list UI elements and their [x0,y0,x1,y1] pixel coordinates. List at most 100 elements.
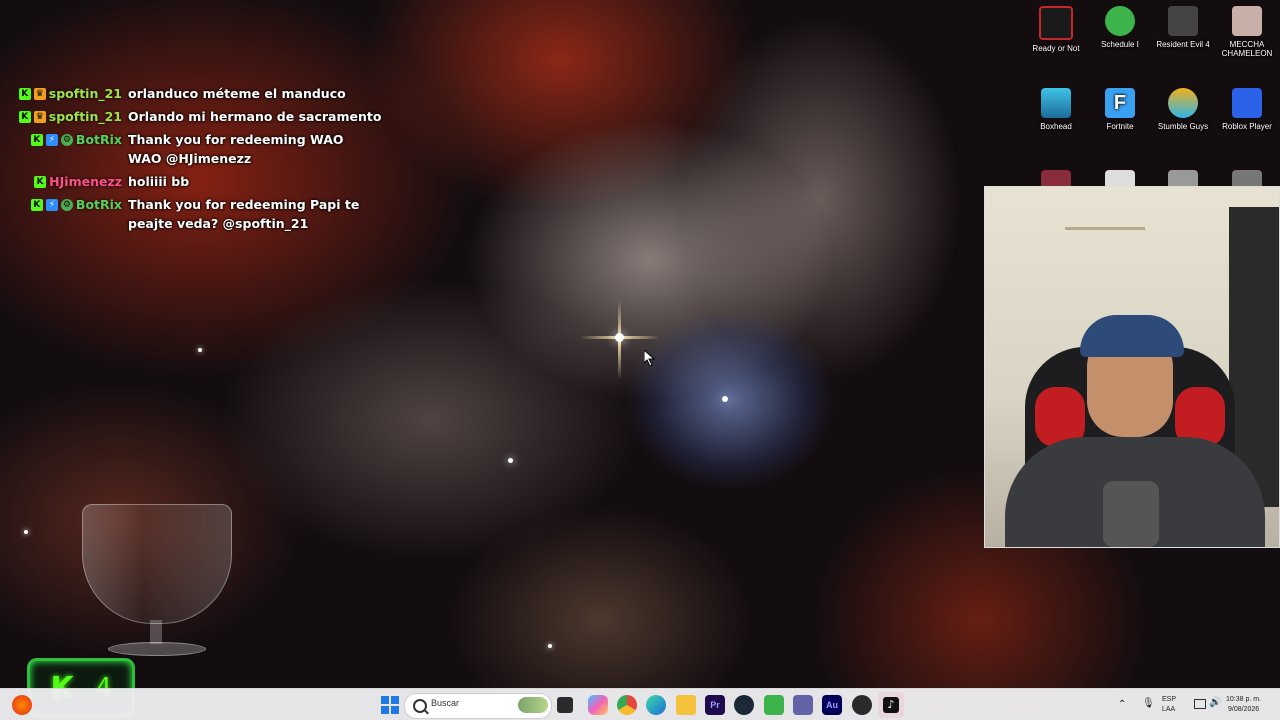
desktop-icon-stumble-guys[interactable]: Stumble Guys [1151,88,1215,131]
file-explorer-icon[interactable] [676,695,696,715]
chat-text: holiiii bb [128,174,190,189]
copilot-icon[interactable] [588,695,608,715]
search-input[interactable]: Buscar [404,693,552,719]
tiktok-logo-icon: ♪ [883,697,899,713]
cap [1080,315,1184,357]
star [615,333,624,342]
microphone-icon[interactable]: 🎙 [1142,698,1155,709]
desktop-icon-label: Boxhead [1040,122,1072,131]
edge-icon[interactable] [646,695,666,715]
desktop-icon-hidden[interactable] [1215,170,1279,186]
search-placeholder: Buscar [431,698,460,708]
teams-icon[interactable] [793,695,813,715]
kick-badge-icon: K [18,87,31,100]
schedule-i-icon [1105,6,1135,36]
glass-stem [150,620,162,644]
meccha-chameleon-icon [1232,6,1262,36]
keyboard-layout-indicator[interactable]: LAA [1162,706,1175,713]
boxhead-icon [1041,88,1071,118]
chat-username: spoftin_21 [48,109,122,124]
tiktok-icon[interactable]: ♪ [878,692,904,718]
chat-text: Orlando mi hermano de sacramento [128,109,382,124]
chat-message: K ♛ spoftin_21 Orlando mi hermano de sac… [18,107,398,126]
desktop-icon-hidden[interactable] [1088,170,1152,186]
steam-icon[interactable] [734,695,754,715]
obs-icon[interactable] [852,695,872,715]
premiere-icon[interactable]: Pr [705,695,725,715]
desktop: K ♛ spoftin_21 orlanduco méteme el mandu… [0,0,1280,720]
kick-badge-icon: K [34,175,47,188]
desktop-icon-label: Resident Evil 4 [1156,40,1210,49]
chat-username: spoftin_21 [48,86,122,101]
app-icon [1232,170,1262,186]
gear-badge-icon: ⚙ [60,133,73,146]
kick-badge-icon: K [18,110,31,123]
bot-badge-icon: ⚡ [45,133,58,146]
network-icon[interactable] [1194,699,1206,709]
chat-username: BotRix [75,132,122,147]
desktop-icon-resident-evil-4[interactable]: Resident Evil 4 [1151,6,1215,49]
stumble-guys-icon [1168,88,1198,118]
task-view-icon[interactable] [557,697,573,713]
kick-badge-icon: K [30,133,43,146]
chat-message: K HJimenezz holiiii bb [18,172,398,191]
glass-foot [108,642,206,656]
desktop-icon-ready-or-not[interactable]: Ready or Not [1024,6,1088,53]
desktop-icon-label: Fortnite [1106,122,1134,131]
chat-username: BotRix [75,197,122,212]
audition-icon[interactable]: Au [822,695,842,715]
chrome-icon[interactable] [617,695,637,715]
clock-date[interactable]: 9/08/2026 [1228,706,1259,713]
ready-or-not-icon [1039,6,1073,40]
chat-overlay: K ♛ spoftin_21 orlanduco méteme el mandu… [18,84,398,237]
app-icon [1041,170,1071,186]
chat-message: K ⚡ ⚙ BotRix Thank you for redeeming Pap… [18,195,398,233]
phone [1103,481,1159,547]
taskbar: Buscar Pr Au ♪ ⌃ ESP LAA 🎙 🔊 10:38 p. m.… [0,688,1280,720]
ceiling-lamp [1065,187,1145,230]
roblox-icon [1232,88,1262,118]
xbox-icon[interactable] [764,695,784,715]
bot-badge-icon: ⚡ [45,198,58,211]
gear-badge-icon: ⚙ [60,198,73,211]
desktop-icon-meccha-chameleon[interactable]: MECCHA CHAMELEON [1215,6,1279,58]
desktop-icon-hidden[interactable] [1151,170,1215,186]
star [24,530,28,534]
desktop-icon-label: Ready or Not [1032,44,1080,53]
search-highlight-icon [518,697,548,713]
chevron-up-icon[interactable]: ⌃ [1118,699,1126,710]
desktop-icon-hidden[interactable] [1024,170,1088,186]
desktop-icon-fortnite[interactable]: F Fortnite [1088,88,1152,131]
desktop-icon-label: MECCHA CHAMELEON [1221,40,1273,58]
desktop-icon-label: Schedule I [1101,40,1139,49]
language-indicator[interactable]: ESP [1162,696,1176,703]
desktop-icon-roblox-player[interactable]: Roblox Player [1215,88,1279,131]
webcam-overlay [984,186,1280,548]
star [198,348,202,352]
windows-icon[interactable] [380,695,400,715]
app-icon [1168,170,1198,186]
chat-text: Thank you for redeeming Papi te peajte v… [128,197,360,231]
desktop-icon-label: Roblox Player [1222,122,1272,131]
chat-username: HJimenezz [49,174,122,189]
resident-evil-4-icon [1168,6,1198,36]
chat-text: Thank you for redeeming WAO WAO @HJimene… [128,132,344,166]
clock-time[interactable]: 10:38 p. m. [1226,696,1261,703]
app-icon [1105,170,1135,186]
chat-message: K ⚡ ⚙ BotRix Thank you for redeeming WAO… [18,130,398,168]
fortnite-icon: F [1105,88,1135,118]
firefox-icon[interactable] [12,695,32,715]
star [508,458,513,463]
glass-bowl [82,504,232,624]
desktop-icon-boxhead[interactable]: Boxhead [1024,88,1088,131]
chat-message: K ♛ spoftin_21 orlanduco méteme el mandu… [18,84,398,103]
search-icon [413,699,427,713]
volume-icon[interactable]: 🔊 [1209,697,1221,708]
star [722,396,728,402]
chat-text: orlanduco méteme el manduco [128,86,346,101]
kick-badge-icon: K [30,198,43,211]
desktop-icon-schedule-i[interactable]: Schedule I [1088,6,1152,49]
desktop-icon-label: Stumble Guys [1157,122,1209,131]
system-tray: ⌃ ESP LAA 🎙 🔊 10:38 p. m. 9/08/2026 [1112,689,1272,720]
star [548,644,552,648]
